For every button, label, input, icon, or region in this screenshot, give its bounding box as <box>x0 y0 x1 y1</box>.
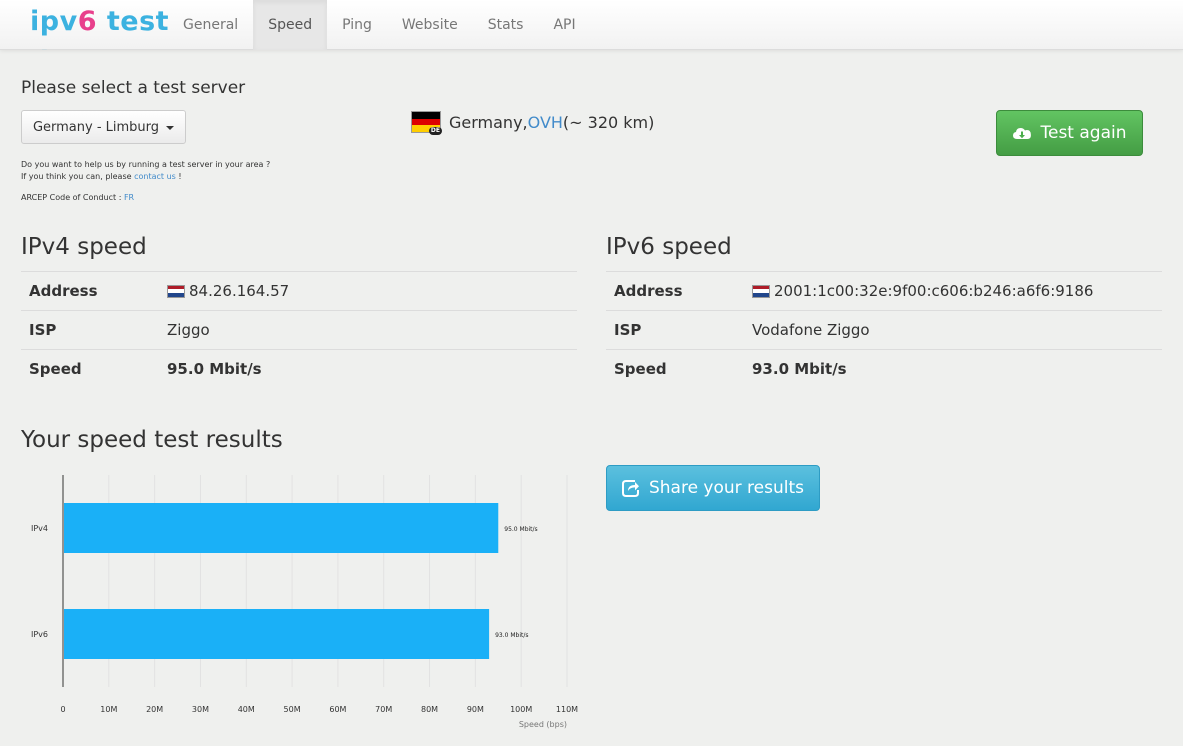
ipv6-isp-label: ISP <box>614 321 642 339</box>
cloud-download-icon <box>1013 128 1032 139</box>
ipv4-isp-label: ISP <box>29 321 57 339</box>
chart-x-axis-label: Speed (bps) <box>519 720 567 729</box>
arcep-text: ARCEP Code of Conduct : FR <box>21 193 135 202</box>
table-row: Address 2001:1c00:32e:9f00:c606:b246:a6f… <box>606 271 1162 310</box>
germany-flag-icon: DE <box>411 111 442 135</box>
navbar: ipv6 test ipv6 test General Speed Ping W… <box>0 0 1183 50</box>
chart-tick-label: 110M <box>556 705 578 714</box>
ipv6-title: IPv6 speed <box>606 234 732 260</box>
ipv4-address-label: Address <box>29 282 98 300</box>
nav-ping[interactable]: Ping <box>327 0 387 50</box>
brand-part-3: test <box>96 6 170 37</box>
ipv6-table: Address 2001:1c00:32e:9f00:c606:b246:a6f… <box>606 271 1162 388</box>
ipv6-isp: Vodafone Ziggo <box>752 321 870 339</box>
chart-bar <box>64 609 490 659</box>
chart-tick-label: 10M <box>100 705 117 714</box>
ipv4-table: Address 84.26.164.57 ISP Ziggo Speed 95.… <box>21 271 577 388</box>
ipv6-speed-label: Speed <box>614 360 667 378</box>
share-results-label: Share your results <box>648 478 805 498</box>
table-row: Speed 93.0 Mbit/s <box>606 349 1162 388</box>
server-dropdown-value: Germany - Limburg <box>32 119 160 135</box>
brand-logo-reflection: ipv6 test <box>30 36 159 50</box>
chart-tick-label: 70M <box>375 705 392 714</box>
chart-bar <box>64 503 499 553</box>
share-results-button[interactable]: Share your results <box>606 465 820 511</box>
contact-us-link[interactable]: contact us <box>134 172 176 181</box>
chart-data-label: 95.0 Mbit/s <box>504 526 537 533</box>
netherlands-flag-icon <box>752 284 770 298</box>
ipv4-address: 84.26.164.57 <box>189 282 290 300</box>
help-line-2: If you think you can, please contact us … <box>21 172 182 181</box>
share-icon <box>621 479 639 497</box>
table-row: ISP Vodafone Ziggo <box>606 310 1162 349</box>
test-again-button[interactable]: Test again <box>996 110 1143 156</box>
ipv4-title: IPv4 speed <box>21 234 147 260</box>
chart-tick-label: 0 <box>60 705 65 714</box>
chart-data-label: 93.0 Mbit/s <box>495 632 528 639</box>
chart-tick-label: 40M <box>238 705 255 714</box>
chart-tick-label: 30M <box>192 705 209 714</box>
server-distance: (~ 320 km) <box>562 112 655 132</box>
help-text: Do you want to help us by running a test… <box>21 159 270 183</box>
ipv6-address-label: Address <box>614 282 683 300</box>
server-country: Germany, <box>449 112 528 132</box>
nav-speed[interactable]: Speed <box>253 0 328 50</box>
netherlands-flag-icon <box>167 284 185 298</box>
nav-general[interactable]: General <box>168 0 253 50</box>
table-row: Address 84.26.164.57 <box>21 271 577 310</box>
ipv6-speed: 93.0 Mbit/s <box>752 360 847 378</box>
results-title: Your speed test results <box>21 427 283 453</box>
table-row: Speed 95.0 Mbit/s <box>21 349 577 388</box>
table-row: ISP Ziggo <box>21 310 577 349</box>
chart-tick-label: 20M <box>146 705 163 714</box>
arcep-fr-link[interactable]: FR <box>124 193 134 202</box>
ipv4-isp: Ziggo <box>167 321 210 339</box>
server-host-link[interactable]: OVH <box>528 113 563 132</box>
chart-tick-label: 100M <box>510 705 532 714</box>
nav-stats[interactable]: Stats <box>473 0 539 50</box>
nav-website[interactable]: Website <box>387 0 473 50</box>
speed-chart-svg: 0 10M 20M 30M 40M 50M 60M 70M 80M 90M 100M 110M Spee… <box>31 475 578 729</box>
brand-part-2: 6 <box>77 6 97 37</box>
chart-tick-label: 60M <box>329 705 346 714</box>
chart-tick-label: 90M <box>467 705 484 714</box>
ipv6-address: 2001:1c00:32e:9f00:c606:b246:a6f6:9186 <box>774 282 1094 300</box>
help-line-1: Do you want to help us by running a test… <box>21 160 271 169</box>
chart-category-label: IPv6 <box>31 630 48 639</box>
speed-chart: 0 10M 20M 30M 40M 50M 60M 70M 80M 90M 100M 110M Spee… <box>21 466 581 736</box>
ipv4-speed: 95.0 Mbit/s <box>167 360 262 378</box>
server-info: DE Germany, OVH (~ 320 km) <box>411 111 655 135</box>
select-server-heading: Please select a test server <box>21 78 246 98</box>
ipv4-speed-label: Speed <box>29 360 82 378</box>
main-nav: General Speed Ping Website Stats API <box>168 0 591 50</box>
chart-tick-label: 50M <box>284 705 301 714</box>
test-again-label: Test again <box>1040 123 1127 143</box>
brand-part-1: ipv <box>30 6 78 37</box>
server-dropdown[interactable]: Germany - Limburg <box>21 110 186 144</box>
chart-tick-label: 80M <box>421 705 438 714</box>
flag-badge: DE <box>428 127 442 135</box>
chart-category-label: IPv4 <box>31 524 48 533</box>
nav-api[interactable]: API <box>538 0 590 50</box>
caret-down-icon <box>166 126 175 130</box>
